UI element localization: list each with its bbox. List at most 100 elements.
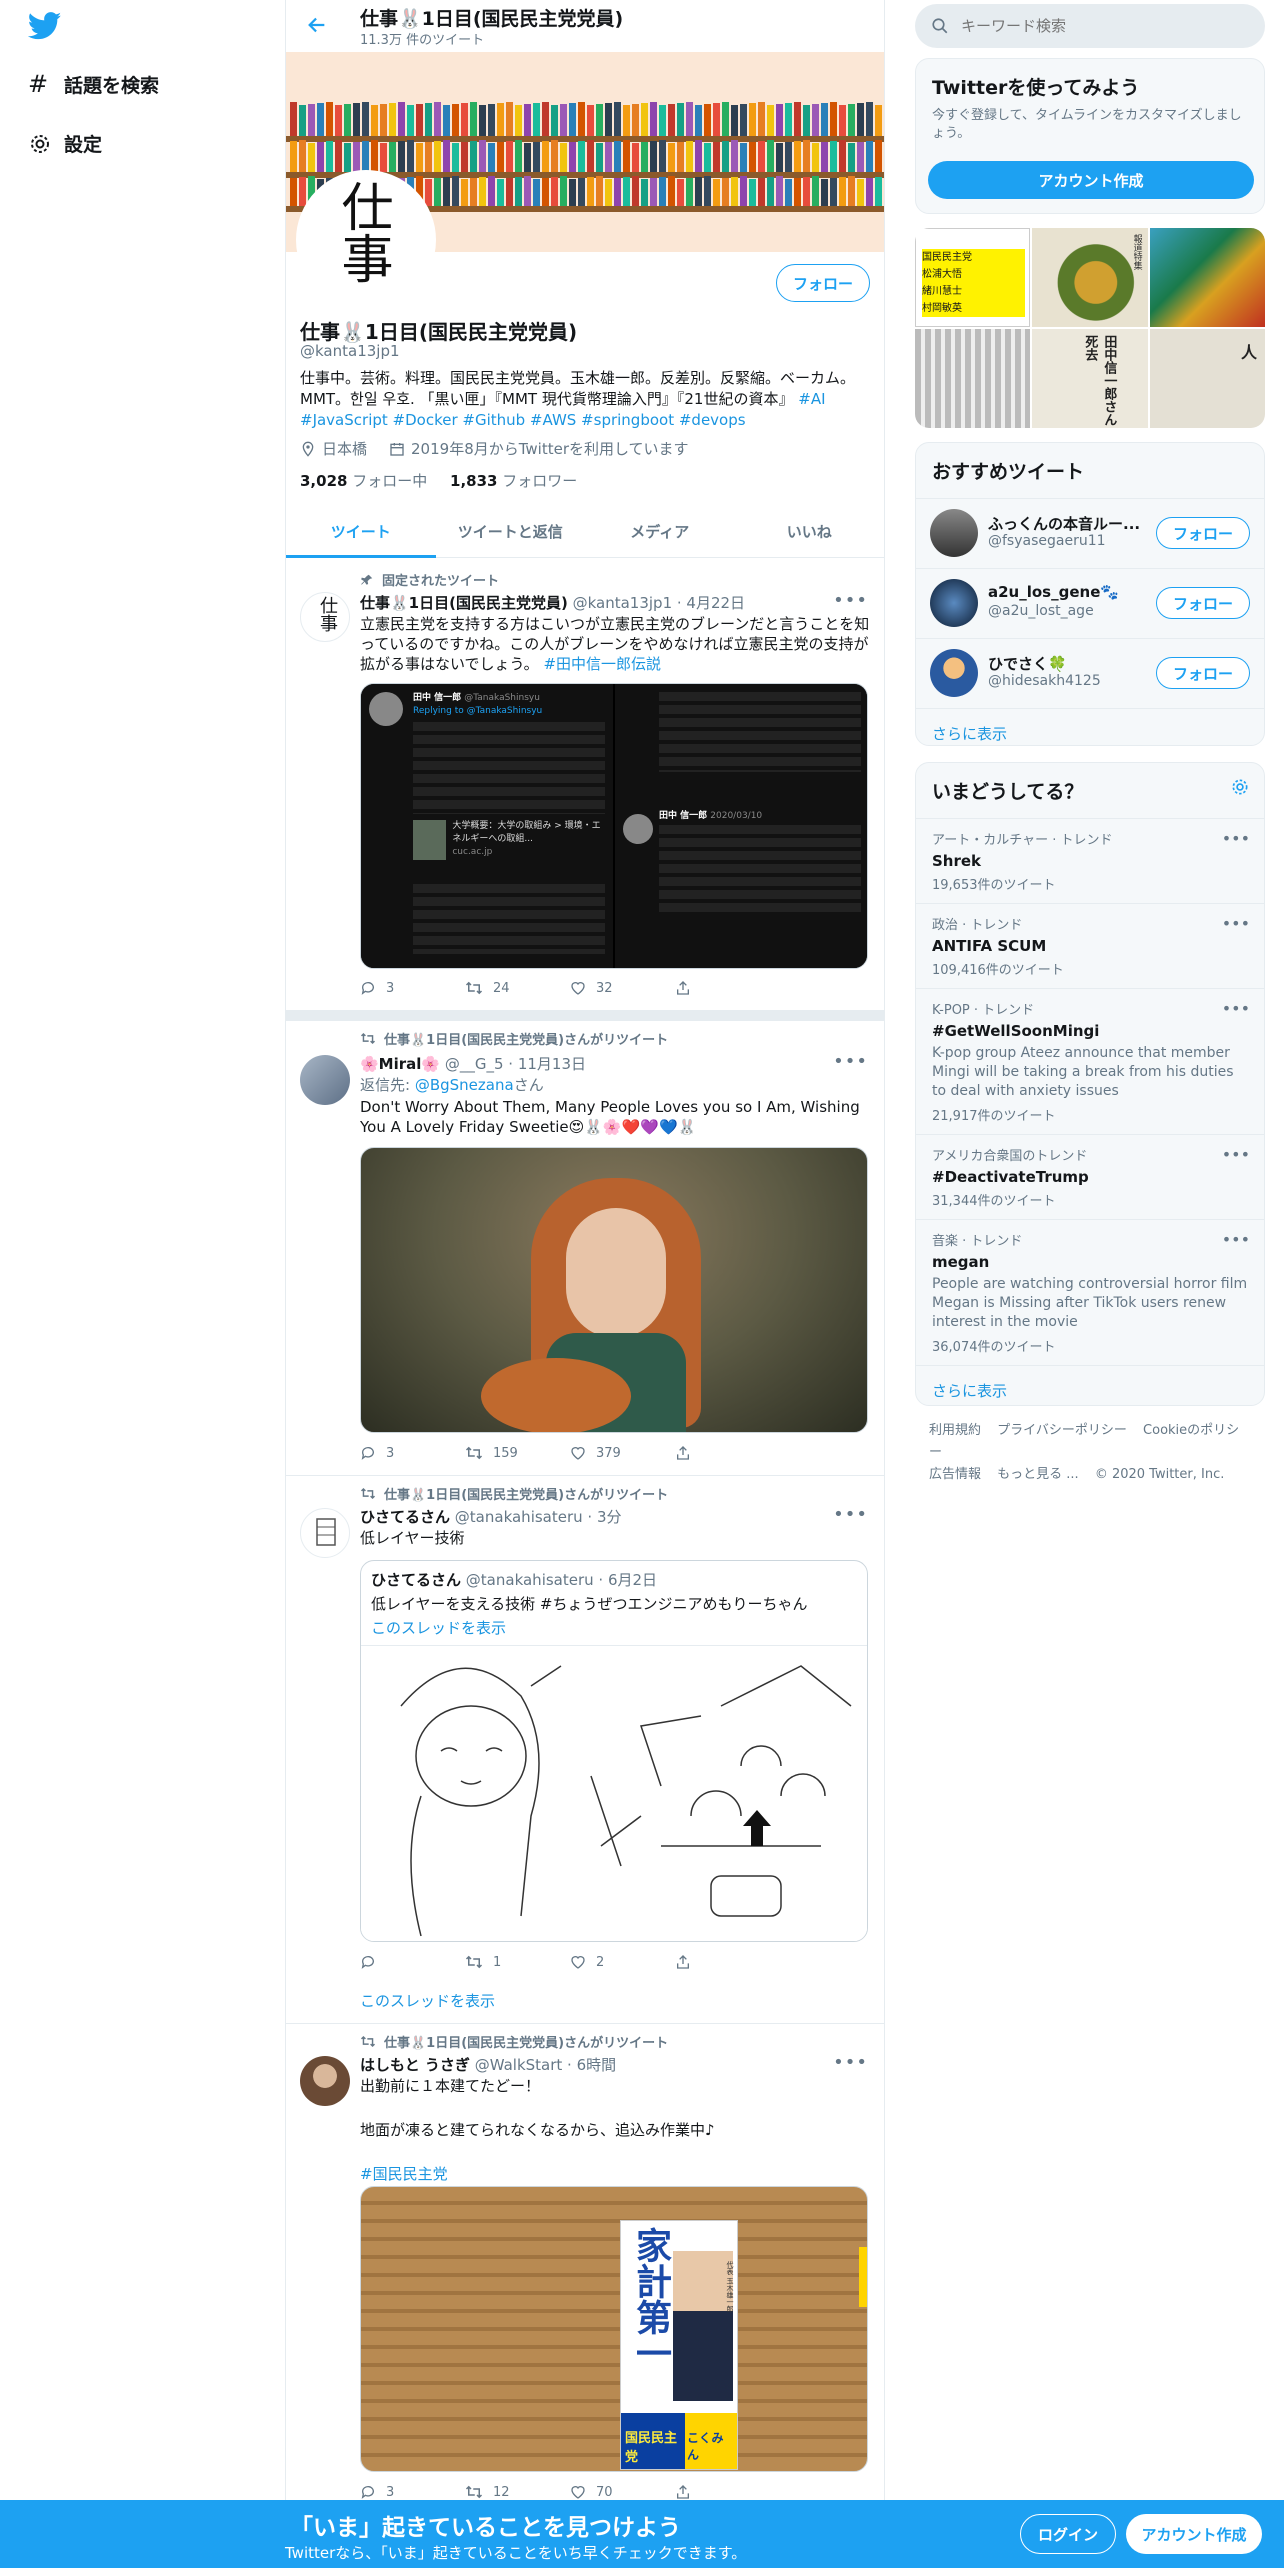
show-thread-link[interactable]: このスレッドを表示 [360,1990,495,2011]
tab-tweets-and-replies[interactable]: ツイートと返信 [436,506,586,557]
trend-more-icon[interactable]: ••• [1222,829,1250,848]
follow-button[interactable]: フォロー [776,264,870,302]
trend-more-icon[interactable]: ••• [1222,914,1250,933]
more-options-icon[interactable]: ••• [833,1051,868,1072]
search-box[interactable] [915,4,1265,48]
nav-explore[interactable]: # 話題を検索 [28,70,159,98]
profile-avatar[interactable]: 仕事 [296,170,436,310]
like-button[interactable]: 379 [570,1445,675,1461]
share-button[interactable] [675,980,780,996]
tweet-hashtag[interactable]: #国民民主党 [360,2164,870,2184]
media-tile-3[interactable] [1149,228,1265,327]
tweet-screenshot-media[interactable]: 田中 信一郎 @TanakaShinsyu Replying to @Tanak… [360,683,868,969]
tab-media[interactable]: メディア [585,506,735,557]
tweet-avatar[interactable]: 仕事 [300,592,350,642]
share-button[interactable] [675,2484,780,2500]
media-tile-5[interactable]: 田中信一郎さん死去 [1032,329,1148,428]
user-name[interactable]: ひでさく🍀 [988,653,1067,674]
trend-item[interactable]: アート・カルチャー · トレンド Shrek 19,653件のツイート ••• [916,818,1264,903]
trend-more-icon[interactable]: ••• [1222,1145,1250,1164]
tweet-photo-poster[interactable]: 家計第一 代表 玉木雄一郎 国民民主党 こくみん [360,2186,868,2472]
user-name[interactable]: ふっくんの本音ルー... [988,513,1140,534]
media-tile-2[interactable]: 報道特集 [1032,228,1148,327]
more-options-icon[interactable]: ••• [833,590,868,611]
retweeted-by[interactable]: 仕事🐰1日目(国民民主党党員)さんがリツイート [384,1484,668,1503]
twitter-logo-icon[interactable] [28,12,62,40]
tab-likes[interactable]: いいね [735,506,885,557]
retweet-button[interactable]: 1 [465,1954,570,1970]
tweet-photo[interactable] [360,1147,868,1433]
media-tile-1[interactable]: 国民民主党 松浦大悟 緒川慧士 村岡敏英 [915,228,1031,327]
tweet-handle-time[interactable]: @tanakahisateru · 3分 [455,1508,622,1526]
tweet-avatar[interactable] [300,1055,350,1105]
follow-user-button[interactable]: フォロー [1156,587,1250,619]
user-avatar[interactable] [930,649,978,697]
tweet-author-name[interactable]: 仕事🐰1日目(国民民主党党員) [360,594,568,612]
recommended-user[interactable]: ふっくんの本音ルー... @fsyasegaeru11 フォロー [916,498,1264,568]
media-tile-6[interactable]: 人 [1149,329,1265,428]
tweet-author-name[interactable]: ひさてるさん [360,1508,450,1526]
quote-tweet[interactable]: ひさてるさん @tanakahisateru · 6月2日 低レイヤーを支える技… [360,1560,868,1942]
retweeted-by[interactable]: 仕事🐰1日目(国民民主党党員)さんがリツイート [384,2032,668,2051]
more-options-icon[interactable]: ••• [833,1504,868,1525]
like-button[interactable]: 32 [570,980,675,996]
tweet-handle-time[interactable]: @__G_5 · 11月13日 [445,1055,586,1073]
tweet-avatar[interactable] [300,1508,350,1558]
user-avatar[interactable] [930,579,978,627]
retweet-button[interactable]: 159 [465,1445,570,1461]
tweet-author-name[interactable]: 🌸Miral🌸 [360,1055,440,1073]
footer-more[interactable]: もっと見る ... [997,1467,1079,1482]
follow-user-button[interactable]: フォロー [1156,657,1250,689]
reply-to-handle[interactable]: @BgSnezana [415,1076,514,1094]
nav-settings[interactable]: 設定 [28,130,102,157]
media-tile-4[interactable] [915,329,1031,428]
trend-item[interactable]: アメリカ合衆国のトレンド #DeactivateTrump 31,344件のツイ… [916,1134,1264,1219]
user-avatar[interactable] [930,509,978,557]
trend-item[interactable]: 政治 · トレンド ANTIFA SCUM 109,416件のツイート ••• [916,903,1264,988]
trends-settings-gear-icon[interactable] [1230,777,1250,797]
trend-item[interactable]: 音楽 · トレンド megan People are watching cont… [916,1219,1264,1365]
retweet-button[interactable]: 24 [465,980,570,996]
recommended-user[interactable]: a2u_los_gene🐾 @a2u_lost_age フォロー [916,568,1264,638]
footer-terms[interactable]: 利用規約 [929,1423,981,1438]
reply-button[interactable]: 3 [360,2484,465,2500]
followers-link[interactable]: 1,833 フォロワー [450,472,577,490]
trend-more-icon[interactable]: ••• [1222,999,1250,1018]
retweeted-by[interactable]: 仕事🐰1日目(国民民主党党員)さんがリツイート [384,1029,668,1048]
share-button[interactable] [675,1954,780,1970]
quote-show-thread[interactable]: このスレッドを表示 [371,1617,506,1638]
trend-item[interactable]: K-POP · トレンド #GetWellSoonMingi K-pop gro… [916,988,1264,1134]
footer-ads[interactable]: 広告情報 [929,1467,981,1482]
trends-show-more[interactable]: さらに表示 [916,1365,1264,1415]
tweet-pinned[interactable]: 固定されたツイート 仕事 仕事🐰1日目(国民民主党党員) @kanta13jp1… [286,558,884,1011]
footer-privacy[interactable]: プライバシーポリシー [997,1423,1127,1438]
tweet-hashtag[interactable]: #田中信一郎伝説 [543,655,661,673]
follow-user-button[interactable]: フォロー [1156,517,1250,549]
tab-tweets[interactable]: ツイート [286,506,436,558]
search-input[interactable] [961,17,1221,35]
create-account-button[interactable]: アカウント作成 [928,161,1254,199]
tweet-author-name[interactable]: はしもと うさぎ [360,2056,470,2074]
tweet-avatar[interactable] [300,2056,350,2106]
tweet-retweet-hashimoto[interactable]: 仕事🐰1日目(国民民主党党員)さんがリツイート はしもと うさぎ @WalkSt… [286,2024,884,2500]
reply-button[interactable]: 3 [360,980,465,996]
recommended-show-more[interactable]: さらに表示 [916,708,1264,758]
like-button[interactable]: 2 [570,1954,675,1970]
more-options-icon[interactable]: ••• [833,2052,868,2073]
tweet-handle-time[interactable]: @kanta13jp1 · 4月22日 [573,594,745,612]
trend-more-icon[interactable]: ••• [1222,1230,1250,1249]
tweet-retweet-miral[interactable]: 仕事🐰1日目(国民民主党党員)さんがリツイート 🌸Miral🌸 @__G_5 ·… [286,1021,884,1476]
following-link[interactable]: 3,028 フォロー中 [300,472,427,490]
share-button[interactable] [675,1445,780,1461]
recommended-user[interactable]: ひでさく🍀 @hidesakh4125 フォロー [916,638,1264,708]
tweet-retweet-hisateru[interactable]: 仕事🐰1日目(国民民主党党員)さんがリツイート ひさてるさん @tanakahi… [286,1476,884,2024]
back-arrow-icon[interactable] [306,14,328,36]
user-name[interactable]: a2u_los_gene🐾 [988,583,1119,601]
signup-button[interactable]: アカウント作成 [1126,2514,1262,2554]
retweet-button[interactable]: 12 [465,2484,570,2500]
reply-button[interactable] [360,1954,465,1970]
login-button[interactable]: ログイン [1020,2514,1116,2554]
tweet-handle-time[interactable]: @WalkStart · 6時間 [475,2056,616,2074]
media-grid[interactable]: 国民民主党 松浦大悟 緒川慧士 村岡敏英 報道特集 田中信一郎さん死去 人 [915,228,1265,428]
like-button[interactable]: 70 [570,2484,675,2500]
